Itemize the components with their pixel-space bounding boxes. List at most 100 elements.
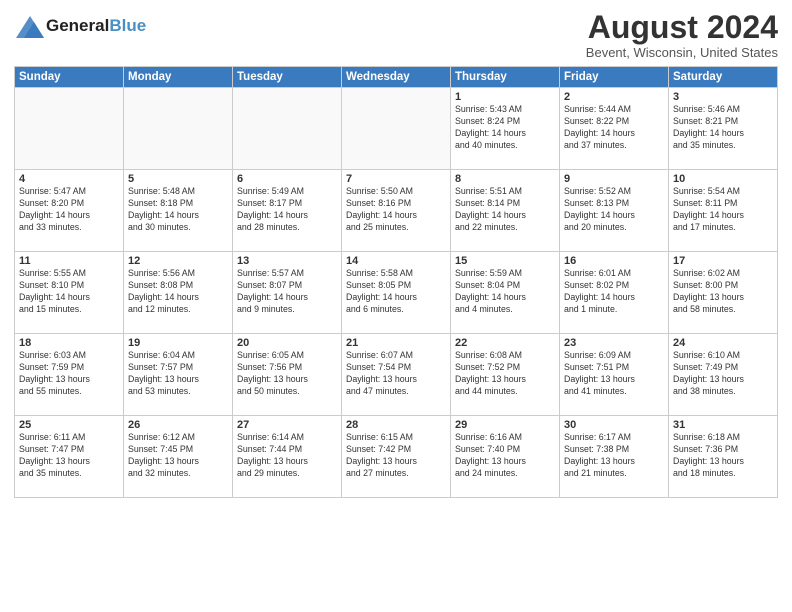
week-row-1: 1Sunrise: 5:43 AM Sunset: 8:24 PM Daylig…: [15, 88, 778, 170]
day-number: 11: [19, 255, 119, 267]
day-cell-1-6: 2Sunrise: 5:44 AM Sunset: 8:22 PM Daylig…: [560, 88, 669, 170]
day-cell-2-2: 5Sunrise: 5:48 AM Sunset: 8:18 PM Daylig…: [124, 170, 233, 252]
day-cell-4-5: 22Sunrise: 6:08 AM Sunset: 7:52 PM Dayli…: [451, 334, 560, 416]
day-number: 29: [455, 419, 555, 431]
day-cell-3-3: 13Sunrise: 5:57 AM Sunset: 8:07 PM Dayli…: [233, 252, 342, 334]
location: Bevent, Wisconsin, United States: [586, 45, 778, 60]
day-cell-1-3: [233, 88, 342, 170]
day-cell-2-1: 4Sunrise: 5:47 AM Sunset: 8:20 PM Daylig…: [15, 170, 124, 252]
day-info: Sunrise: 6:07 AM Sunset: 7:54 PM Dayligh…: [346, 350, 446, 398]
logo-icon: [14, 10, 46, 42]
day-cell-5-6: 30Sunrise: 6:17 AM Sunset: 7:38 PM Dayli…: [560, 416, 669, 498]
day-number: 6: [237, 173, 337, 185]
day-cell-1-4: [342, 88, 451, 170]
col-friday: Friday: [560, 67, 669, 88]
day-number: 28: [346, 419, 446, 431]
day-number: 20: [237, 337, 337, 349]
day-number: 10: [673, 173, 773, 185]
title-block: August 2024 Bevent, Wisconsin, United St…: [586, 10, 778, 60]
day-info: Sunrise: 5:56 AM Sunset: 8:08 PM Dayligh…: [128, 268, 228, 316]
day-info: Sunrise: 5:43 AM Sunset: 8:24 PM Dayligh…: [455, 104, 555, 152]
day-info: Sunrise: 5:49 AM Sunset: 8:17 PM Dayligh…: [237, 186, 337, 234]
day-number: 7: [346, 173, 446, 185]
day-info: Sunrise: 6:12 AM Sunset: 7:45 PM Dayligh…: [128, 432, 228, 480]
day-number: 25: [19, 419, 119, 431]
day-cell-3-4: 14Sunrise: 5:58 AM Sunset: 8:05 PM Dayli…: [342, 252, 451, 334]
day-info: Sunrise: 5:51 AM Sunset: 8:14 PM Dayligh…: [455, 186, 555, 234]
day-cell-3-1: 11Sunrise: 5:55 AM Sunset: 8:10 PM Dayli…: [15, 252, 124, 334]
day-number: 26: [128, 419, 228, 431]
day-info: Sunrise: 5:55 AM Sunset: 8:10 PM Dayligh…: [19, 268, 119, 316]
day-info: Sunrise: 5:48 AM Sunset: 8:18 PM Dayligh…: [128, 186, 228, 234]
day-number: 16: [564, 255, 664, 267]
col-saturday: Saturday: [669, 67, 778, 88]
logo-text: GeneralBlue: [46, 16, 146, 36]
day-cell-3-7: 17Sunrise: 6:02 AM Sunset: 8:00 PM Dayli…: [669, 252, 778, 334]
day-info: Sunrise: 6:10 AM Sunset: 7:49 PM Dayligh…: [673, 350, 773, 398]
logo: GeneralBlue: [14, 10, 146, 42]
day-info: Sunrise: 5:50 AM Sunset: 8:16 PM Dayligh…: [346, 186, 446, 234]
day-info: Sunrise: 5:57 AM Sunset: 8:07 PM Dayligh…: [237, 268, 337, 316]
day-info: Sunrise: 5:44 AM Sunset: 8:22 PM Dayligh…: [564, 104, 664, 152]
day-number: 12: [128, 255, 228, 267]
day-cell-3-2: 12Sunrise: 5:56 AM Sunset: 8:08 PM Dayli…: [124, 252, 233, 334]
day-cell-4-3: 20Sunrise: 6:05 AM Sunset: 7:56 PM Dayli…: [233, 334, 342, 416]
day-cell-2-3: 6Sunrise: 5:49 AM Sunset: 8:17 PM Daylig…: [233, 170, 342, 252]
col-sunday: Sunday: [15, 67, 124, 88]
day-number: 23: [564, 337, 664, 349]
day-number: 13: [237, 255, 337, 267]
week-row-2: 4Sunrise: 5:47 AM Sunset: 8:20 PM Daylig…: [15, 170, 778, 252]
day-info: Sunrise: 5:52 AM Sunset: 8:13 PM Dayligh…: [564, 186, 664, 234]
day-number: 18: [19, 337, 119, 349]
day-info: Sunrise: 5:46 AM Sunset: 8:21 PM Dayligh…: [673, 104, 773, 152]
day-cell-5-7: 31Sunrise: 6:18 AM Sunset: 7:36 PM Dayli…: [669, 416, 778, 498]
month-year: August 2024: [586, 10, 778, 45]
day-cell-2-4: 7Sunrise: 5:50 AM Sunset: 8:16 PM Daylig…: [342, 170, 451, 252]
day-cell-2-6: 9Sunrise: 5:52 AM Sunset: 8:13 PM Daylig…: [560, 170, 669, 252]
day-info: Sunrise: 5:59 AM Sunset: 8:04 PM Dayligh…: [455, 268, 555, 316]
day-cell-4-1: 18Sunrise: 6:03 AM Sunset: 7:59 PM Dayli…: [15, 334, 124, 416]
day-cell-2-5: 8Sunrise: 5:51 AM Sunset: 8:14 PM Daylig…: [451, 170, 560, 252]
day-number: 30: [564, 419, 664, 431]
day-number: 27: [237, 419, 337, 431]
day-number: 31: [673, 419, 773, 431]
day-cell-2-7: 10Sunrise: 5:54 AM Sunset: 8:11 PM Dayli…: [669, 170, 778, 252]
day-number: 19: [128, 337, 228, 349]
day-number: 22: [455, 337, 555, 349]
day-info: Sunrise: 5:54 AM Sunset: 8:11 PM Dayligh…: [673, 186, 773, 234]
calendar-table: Sunday Monday Tuesday Wednesday Thursday…: [14, 66, 778, 498]
day-info: Sunrise: 6:04 AM Sunset: 7:57 PM Dayligh…: [128, 350, 228, 398]
col-monday: Monday: [124, 67, 233, 88]
day-info: Sunrise: 6:01 AM Sunset: 8:02 PM Dayligh…: [564, 268, 664, 316]
day-number: 21: [346, 337, 446, 349]
day-cell-3-5: 15Sunrise: 5:59 AM Sunset: 8:04 PM Dayli…: [451, 252, 560, 334]
day-info: Sunrise: 6:03 AM Sunset: 7:59 PM Dayligh…: [19, 350, 119, 398]
col-thursday: Thursday: [451, 67, 560, 88]
day-info: Sunrise: 6:17 AM Sunset: 7:38 PM Dayligh…: [564, 432, 664, 480]
day-cell-1-5: 1Sunrise: 5:43 AM Sunset: 8:24 PM Daylig…: [451, 88, 560, 170]
calendar-body: 1Sunrise: 5:43 AM Sunset: 8:24 PM Daylig…: [15, 88, 778, 498]
day-info: Sunrise: 6:14 AM Sunset: 7:44 PM Dayligh…: [237, 432, 337, 480]
day-info: Sunrise: 6:08 AM Sunset: 7:52 PM Dayligh…: [455, 350, 555, 398]
day-cell-4-4: 21Sunrise: 6:07 AM Sunset: 7:54 PM Dayli…: [342, 334, 451, 416]
day-number: 8: [455, 173, 555, 185]
col-wednesday: Wednesday: [342, 67, 451, 88]
day-number: 24: [673, 337, 773, 349]
day-info: Sunrise: 6:05 AM Sunset: 7:56 PM Dayligh…: [237, 350, 337, 398]
day-number: 14: [346, 255, 446, 267]
day-number: 5: [128, 173, 228, 185]
day-number: 17: [673, 255, 773, 267]
day-cell-1-2: [124, 88, 233, 170]
calendar-header-row: Sunday Monday Tuesday Wednesday Thursday…: [15, 67, 778, 88]
day-cell-5-2: 26Sunrise: 6:12 AM Sunset: 7:45 PM Dayli…: [124, 416, 233, 498]
day-number: 1: [455, 91, 555, 103]
week-row-4: 18Sunrise: 6:03 AM Sunset: 7:59 PM Dayli…: [15, 334, 778, 416]
logo-name: GeneralBlue: [14, 10, 146, 42]
day-info: Sunrise: 5:58 AM Sunset: 8:05 PM Dayligh…: [346, 268, 446, 316]
day-info: Sunrise: 6:16 AM Sunset: 7:40 PM Dayligh…: [455, 432, 555, 480]
day-info: Sunrise: 6:09 AM Sunset: 7:51 PM Dayligh…: [564, 350, 664, 398]
day-cell-5-4: 28Sunrise: 6:15 AM Sunset: 7:42 PM Dayli…: [342, 416, 451, 498]
day-cell-4-6: 23Sunrise: 6:09 AM Sunset: 7:51 PM Dayli…: [560, 334, 669, 416]
day-number: 9: [564, 173, 664, 185]
day-cell-1-7: 3Sunrise: 5:46 AM Sunset: 8:21 PM Daylig…: [669, 88, 778, 170]
